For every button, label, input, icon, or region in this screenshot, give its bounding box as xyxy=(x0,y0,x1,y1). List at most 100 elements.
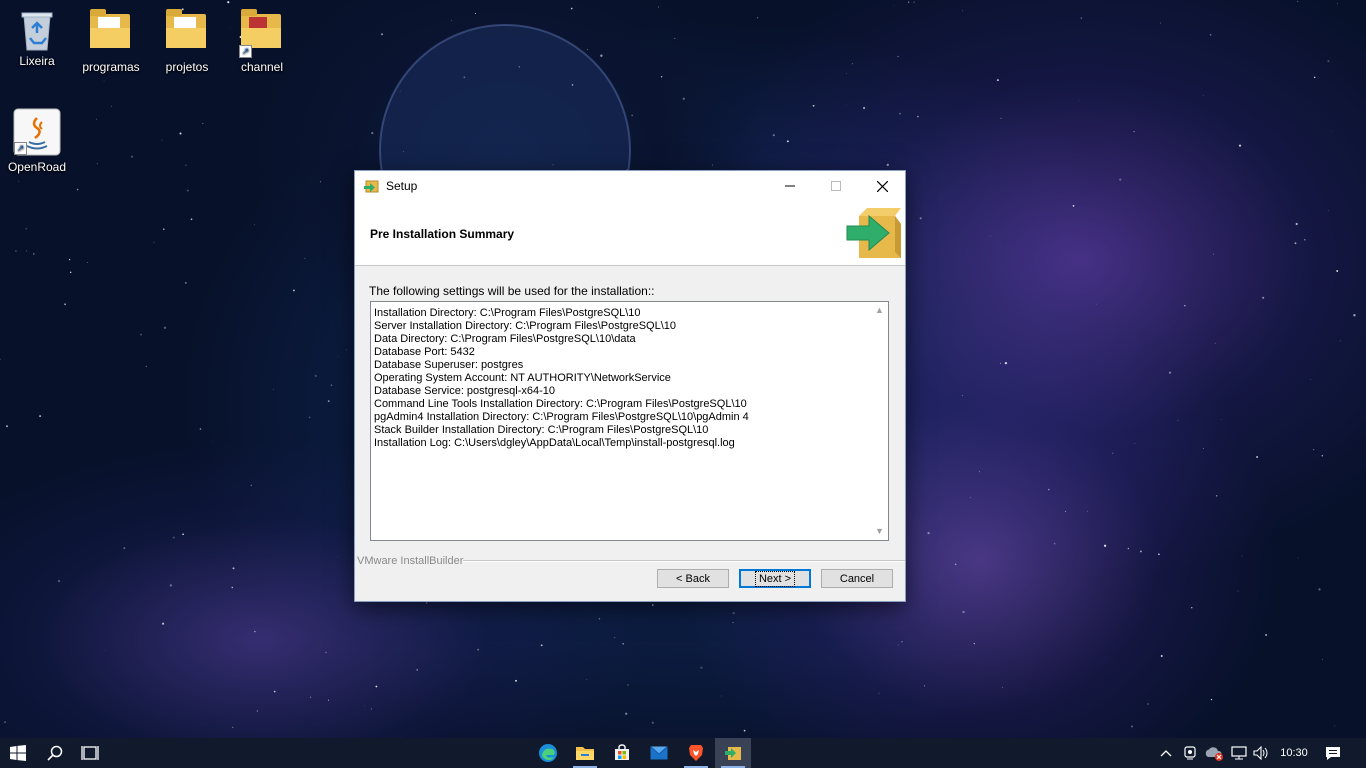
star xyxy=(1321,658,1324,660)
cancel-button[interactable]: Cancel xyxy=(821,569,893,588)
meet-now-button[interactable] xyxy=(1180,738,1200,768)
star xyxy=(598,618,601,620)
close-button[interactable] xyxy=(859,171,905,201)
taskbar-brave[interactable] xyxy=(678,738,714,768)
star xyxy=(103,80,105,82)
summary-line: Data Directory: C:\Program Files\Postgre… xyxy=(374,333,636,345)
star xyxy=(897,644,899,646)
star xyxy=(1216,495,1218,497)
clock-time: 10:30 xyxy=(1280,747,1308,759)
star xyxy=(927,531,930,535)
star xyxy=(1209,33,1212,36)
star xyxy=(1295,222,1298,226)
desktop-icon-label: channel xyxy=(240,60,284,74)
desktop-icon-channel[interactable]: ↗ channel xyxy=(227,8,297,74)
chevron-up-icon xyxy=(1160,750,1172,757)
star xyxy=(64,303,67,306)
taskbar-store[interactable] xyxy=(604,738,640,768)
star xyxy=(1147,703,1149,705)
star xyxy=(917,115,919,118)
desktop-icon-programas[interactable]: programas xyxy=(76,8,146,74)
taskbar-edge[interactable] xyxy=(530,738,566,768)
star xyxy=(370,708,373,710)
star xyxy=(586,678,588,680)
task-view-button[interactable] xyxy=(72,738,108,768)
next-button-label: Next > xyxy=(754,570,796,587)
summary-line: Server Installation Directory: C:\Progra… xyxy=(374,320,677,332)
star xyxy=(68,258,71,261)
scroll-up-icon[interactable]: ▲ xyxy=(871,302,888,319)
taskbar-setup-installer[interactable] xyxy=(715,738,751,768)
star xyxy=(375,685,378,688)
start-button[interactable] xyxy=(0,738,36,768)
star xyxy=(660,76,663,78)
star xyxy=(1111,452,1114,455)
taskbar-mail[interactable] xyxy=(641,738,677,768)
desktop-icon-projetos[interactable]: projetos xyxy=(152,8,222,74)
star xyxy=(256,710,258,712)
show-hidden-icons-button[interactable] xyxy=(1156,738,1176,768)
cloud-error-icon xyxy=(1205,747,1223,761)
taskbar-file-explorer[interactable] xyxy=(567,738,603,768)
star xyxy=(540,644,543,647)
summary-line: Installation Log: C:\Users\dgley\AppData… xyxy=(374,437,735,449)
summary-textbox[interactable]: Installation Directory: C:\Program Files… xyxy=(370,301,889,541)
folder-icon xyxy=(90,9,132,56)
star xyxy=(899,112,901,115)
star xyxy=(17,180,19,182)
star xyxy=(14,250,17,253)
star xyxy=(613,636,616,639)
star xyxy=(743,729,746,732)
star xyxy=(846,73,847,74)
star xyxy=(463,76,466,79)
desktop-icon-openroad[interactable]: ↗ OpenRoad xyxy=(2,108,72,174)
star xyxy=(1202,95,1204,96)
maximize-button[interactable] xyxy=(813,171,859,201)
minimize-button[interactable] xyxy=(767,171,813,201)
star xyxy=(552,164,554,166)
scroll-down-icon[interactable]: ▼ xyxy=(871,523,888,540)
desktop-icon-label: projetos xyxy=(165,60,209,74)
star xyxy=(732,622,734,624)
star xyxy=(163,228,165,230)
star xyxy=(886,163,889,167)
volume-button[interactable] xyxy=(1251,738,1271,768)
onedrive-button[interactable] xyxy=(1203,738,1225,768)
star xyxy=(1313,449,1315,451)
star xyxy=(202,122,204,125)
desktop-icon-lixeira[interactable]: Lixeira xyxy=(2,8,72,68)
star xyxy=(153,241,155,243)
star xyxy=(651,604,654,606)
summary-line: Stack Builder Installation Directory: C:… xyxy=(374,424,709,436)
clock[interactable]: 10:30 xyxy=(1276,738,1312,768)
next-button[interactable]: Next > xyxy=(739,569,811,588)
star xyxy=(999,362,1002,364)
star xyxy=(163,326,167,329)
summary-line: Database Port: 5432 xyxy=(374,346,475,358)
star xyxy=(786,140,789,143)
brave-icon xyxy=(689,745,703,761)
star xyxy=(961,10,963,12)
title-bar[interactable]: Setup xyxy=(355,171,905,201)
star xyxy=(403,151,405,152)
star xyxy=(812,104,815,107)
start-icon xyxy=(10,745,26,761)
star xyxy=(1134,443,1136,444)
star xyxy=(996,79,999,82)
star xyxy=(674,37,676,39)
back-button[interactable]: < Back xyxy=(657,569,729,588)
star xyxy=(1327,60,1330,63)
network-icon xyxy=(1231,746,1247,760)
star xyxy=(76,188,79,191)
star xyxy=(732,612,735,615)
star xyxy=(600,54,603,57)
star xyxy=(186,189,189,192)
star xyxy=(622,642,625,645)
star xyxy=(327,400,330,403)
star xyxy=(651,721,654,724)
star xyxy=(682,97,685,100)
vertical-scrollbar[interactable]: ▲ ▼ xyxy=(871,302,888,540)
action-center-button[interactable] xyxy=(1320,738,1346,768)
network-button[interactable] xyxy=(1229,738,1249,768)
search-button[interactable] xyxy=(38,738,72,768)
